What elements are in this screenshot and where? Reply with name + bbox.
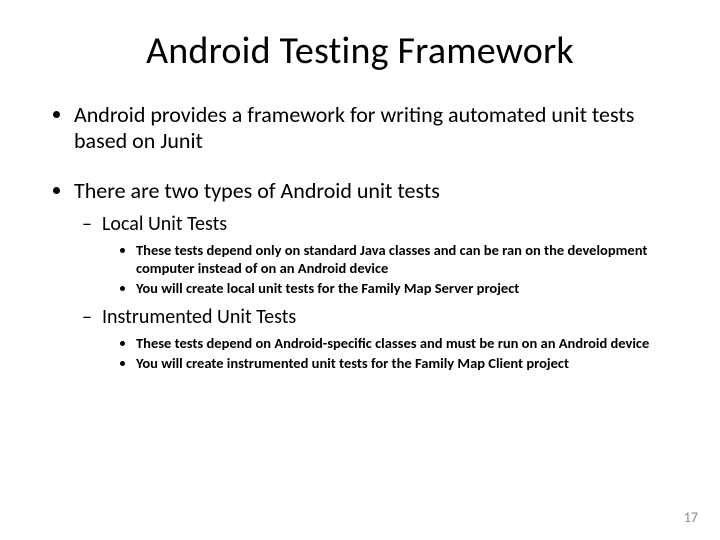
subsub-list: These tests depend only on standard Java…: [102, 241, 680, 297]
bullet-list: Android provides a framework for writing…: [40, 102, 680, 372]
bullet-item: There are two types of Android unit test…: [74, 178, 680, 373]
subsub-text: These tests depend on Android-specific c…: [136, 334, 649, 352]
slide-title: Android Testing Framework: [40, 28, 680, 74]
sub-text: Local Unit Tests: [102, 212, 227, 236]
subsub-text: You will create local unit tests for the…: [136, 279, 519, 297]
subsub-text: You will create instrumented unit tests …: [136, 354, 569, 372]
subsub-text: These tests depend only on standard Java…: [136, 241, 647, 277]
subsub-item: You will create instrumented unit tests …: [136, 354, 680, 372]
page-number: 17: [684, 509, 698, 526]
subsub-item: These tests depend on Android-specific c…: [136, 334, 680, 352]
sub-item: Instrumented Unit Tests These tests depe…: [102, 305, 680, 372]
subsub-list: These tests depend on Android-specific c…: [102, 334, 680, 372]
slide: Android Testing Framework Android provid…: [0, 0, 720, 540]
bullet-item: Android provides a framework for writing…: [74, 102, 680, 154]
sub-text: Instrumented Unit Tests: [102, 305, 296, 329]
bullet-text: There are two types of Android unit test…: [74, 177, 440, 204]
sub-item: Local Unit Tests These tests depend only…: [102, 212, 680, 297]
sub-list: Local Unit Tests These tests depend only…: [74, 212, 680, 373]
subsub-item: You will create local unit tests for the…: [136, 279, 680, 297]
subsub-item: These tests depend only on standard Java…: [136, 241, 680, 277]
bullet-text: Android provides a framework for writing…: [74, 101, 634, 154]
